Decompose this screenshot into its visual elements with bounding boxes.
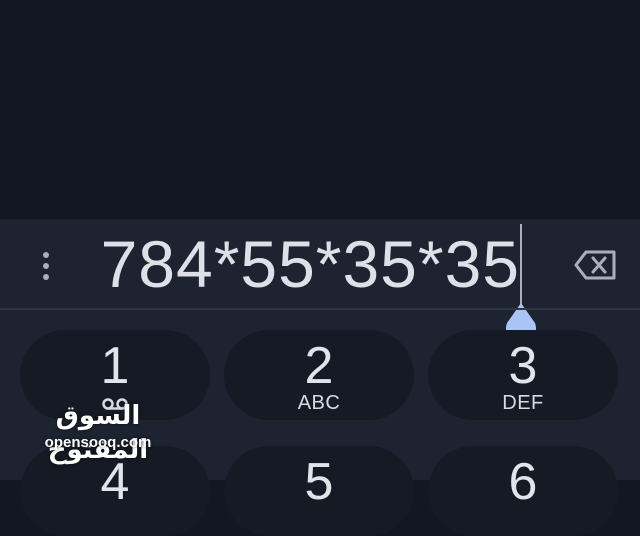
divider [0, 308, 640, 310]
app-background [0, 0, 640, 219]
key-letters: DEF [502, 392, 544, 414]
key-digit: 3 [508, 337, 538, 395]
watermark-latin-text: opensooq.com [44, 434, 152, 451]
key-digit: 6 [508, 453, 538, 511]
more-vertical-icon [43, 252, 49, 258]
dial-key-5[interactable]: 5 [224, 446, 414, 536]
more-vertical-icon-dot [43, 263, 49, 269]
key-letters: ABC [297, 392, 341, 414]
more-vertical-icon-dot [43, 274, 49, 280]
dial-key-2[interactable]: 2 ABC [224, 330, 414, 420]
watermark-arabic-text: السوق المفتوح [47, 400, 149, 464]
key-digit: 2 [304, 337, 334, 395]
backspace-icon[interactable] [574, 248, 618, 282]
dial-key-6[interactable]: 6 [428, 446, 618, 536]
more-options-button[interactable] [28, 243, 64, 289]
key-digit: 1 [100, 337, 130, 395]
dialed-number-field[interactable]: 784*55*35*35 [100, 224, 520, 304]
dial-key-3[interactable]: 3 DEF [428, 330, 618, 420]
opensooq-watermark: السوق المفتوح opensooq.com [18, 398, 178, 464]
key-digit: 5 [304, 453, 334, 511]
